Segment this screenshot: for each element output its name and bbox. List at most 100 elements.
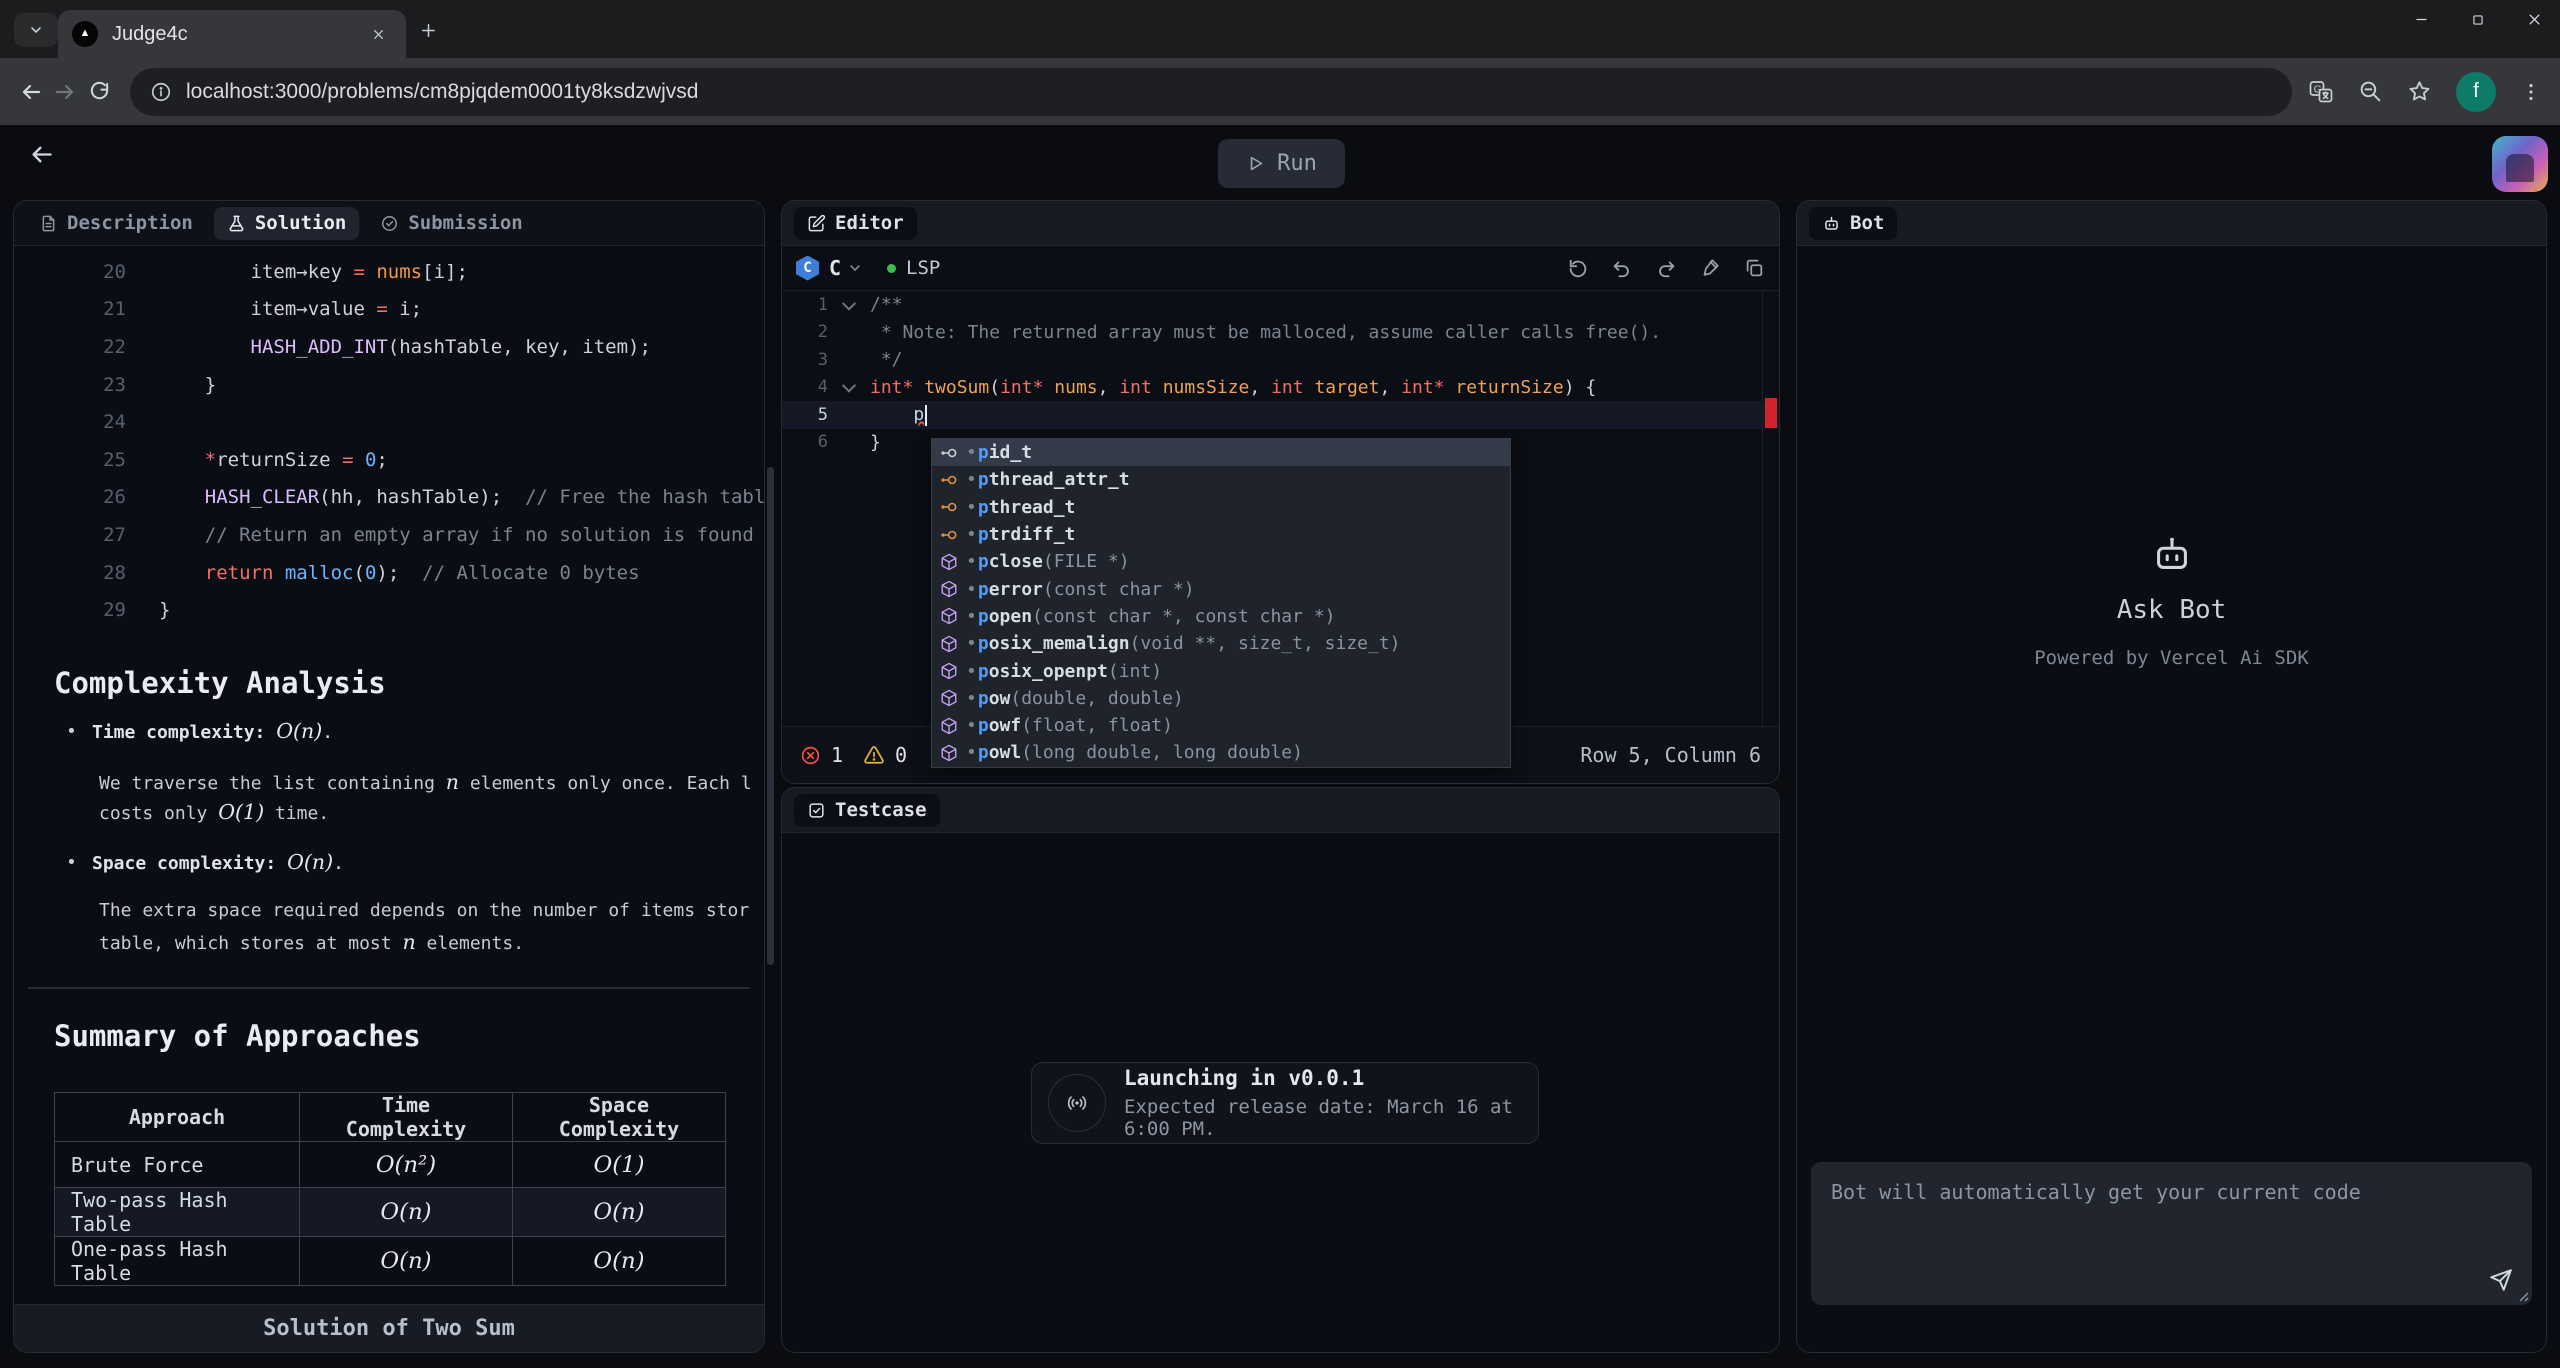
new-tab-button[interactable]	[420, 22, 437, 39]
line-number: 5	[782, 405, 828, 425]
code-line: 3 */	[782, 346, 1779, 374]
completion-item[interactable]: •ptrdiff_t	[932, 521, 1510, 548]
cursor-position: Row 5, Column 6	[1580, 743, 1761, 767]
paragraph-line: costs only O(1) time.	[99, 800, 764, 824]
language-selector[interactable]: C	[829, 256, 841, 280]
summary-heading: Summary of Approaches	[54, 1019, 421, 1053]
send-icon	[2488, 1267, 2514, 1293]
method-icon	[940, 662, 966, 680]
completion-item[interactable]: •perror(const char *)	[932, 575, 1510, 602]
fold-chevron-icon[interactable]	[828, 300, 870, 310]
resize-handle-icon[interactable]	[2517, 1290, 2529, 1302]
reload-button[interactable]	[82, 75, 116, 109]
fold-chevron-icon[interactable]	[828, 382, 870, 392]
info-icon[interactable]	[150, 81, 172, 103]
bot-panel: Bot Ask Bot Powered by Vercel Ai SDK	[1796, 200, 2547, 1353]
back-icon	[19, 80, 43, 104]
method-icon	[940, 717, 966, 735]
code-line: 2 * Note: The returned array must be mal…	[782, 319, 1779, 347]
lsp-label: LSP	[906, 257, 940, 279]
interface-icon	[940, 444, 966, 462]
run-button[interactable]: Run	[1218, 139, 1345, 188]
window-close-icon[interactable]	[2527, 12, 2542, 27]
minimize-icon[interactable]	[2414, 12, 2429, 27]
table-row: One-pass Hash TableO(n)O(n)	[55, 1237, 726, 1286]
line-number: 21	[14, 298, 126, 320]
maximize-icon[interactable]	[2471, 13, 2485, 27]
tab-submission[interactable]: Submission	[367, 207, 535, 240]
reset-icon[interactable]	[1567, 257, 1589, 279]
url-text: localhost:3000/problems/cm8pjqdem0001ty8…	[186, 80, 698, 104]
send-button[interactable]	[2488, 1267, 2514, 1293]
tab-search-button[interactable]	[14, 13, 58, 47]
tab-close-button[interactable]	[364, 20, 392, 48]
window-controls	[2414, 12, 2542, 27]
square-check-icon	[807, 801, 826, 820]
completion-item[interactable]: •pthread_t	[932, 494, 1510, 521]
fold-chevron-icon	[828, 327, 870, 337]
left-panel-scrollbar[interactable]	[767, 467, 774, 965]
play-icon	[1246, 154, 1265, 173]
testcase-panel: Testcase Launching in v0.0.1 Expected re…	[781, 787, 1780, 1353]
autocomplete-popup: •pid_t•pthread_attr_t•pthread_t•ptrdiff_…	[931, 438, 1511, 768]
launch-toast: Launching in v0.0.1 Expected release dat…	[1031, 1062, 1539, 1144]
tab-editor[interactable]: Editor	[794, 207, 917, 240]
interface-icon	[940, 471, 966, 489]
zoom-out-icon[interactable]	[2358, 79, 2383, 104]
completion-item[interactable]: •popen(const char *, const char *)	[932, 603, 1510, 630]
code-line: 25 *returnSize = 0;	[14, 441, 764, 479]
chevron-down-icon	[28, 22, 44, 38]
paragraph-line: table, which stores at most n elements.	[99, 930, 764, 954]
chevron-down-icon[interactable]	[847, 260, 863, 276]
completion-item[interactable]: •pid_t	[932, 439, 1510, 466]
redo-icon[interactable]	[1655, 257, 1677, 279]
line-number: 3	[782, 350, 828, 370]
undo-icon[interactable]	[1611, 257, 1633, 279]
space-complexity-label: Space complexity: O(n).	[92, 850, 344, 874]
testcase-tabbar: Testcase	[782, 788, 1779, 833]
broadcast-icon	[1048, 1074, 1106, 1132]
completion-item[interactable]: •pow(double, double)	[932, 685, 1510, 712]
completion-item[interactable]: •powl(long double, long double)	[932, 739, 1510, 766]
editor-panel: Editor C C LSP 1/**2 * N	[781, 200, 1780, 784]
error-icon	[800, 745, 821, 766]
solution-code-block: 20 item→key = nums[i];21 item→value = i;…	[14, 253, 764, 629]
forward-button[interactable]	[48, 75, 82, 109]
code-line: 22 HASH_ADD_INT(hashTable, key, item);	[14, 328, 764, 366]
col-time: Time Complexity	[300, 1093, 513, 1142]
tab-title: Judge4c	[112, 23, 364, 46]
completion-item[interactable]: •posix_openpt(int)	[932, 657, 1510, 684]
plus-icon	[420, 22, 437, 39]
tab-solution-label: Solution	[255, 212, 347, 234]
code-line: 28 return malloc(0); // Allocate 0 bytes	[14, 554, 764, 592]
kebab-menu-icon[interactable]	[2520, 81, 2542, 103]
bot-message-input[interactable]	[1811, 1162, 2532, 1305]
copy-icon[interactable]	[1743, 257, 1765, 279]
bot-input-container	[1811, 1162, 2532, 1305]
code-line: 27 // Return an empty array if no soluti…	[14, 516, 764, 554]
app-back-button[interactable]	[28, 141, 55, 168]
format-brush-icon[interactable]	[1699, 257, 1721, 279]
translate-icon[interactable]: G	[2308, 79, 2334, 105]
tab-bot[interactable]: Bot	[1809, 207, 1897, 240]
editor-toolbar: C C LSP	[782, 246, 1779, 291]
back-button[interactable]	[14, 75, 48, 109]
tab-description[interactable]: Description	[26, 207, 206, 240]
user-avatar[interactable]	[2492, 136, 2548, 192]
completion-item[interactable]: •powf(float, float)	[932, 712, 1510, 739]
completion-item[interactable]: •pclose(FILE *)	[932, 548, 1510, 575]
edit-pencil-icon	[807, 214, 826, 233]
method-icon	[940, 635, 966, 653]
completion-item[interactable]: •posix_memalign(void **, size_t, size_t)	[932, 630, 1510, 657]
tab-testcase-label: Testcase	[835, 799, 927, 821]
method-icon	[940, 580, 966, 598]
problem-panel: Description Solution Submission 20 item→…	[13, 200, 765, 1353]
address-bar[interactable]: localhost:3000/problems/cm8pjqdem0001ty8…	[130, 68, 2292, 116]
browser-profile-avatar[interactable]: f	[2456, 72, 2496, 112]
completion-item[interactable]: •pthread_attr_t	[932, 466, 1510, 493]
paragraph-line: We traverse the list containing n elemen…	[99, 770, 764, 794]
tab-testcase[interactable]: Testcase	[794, 794, 940, 827]
bookmark-star-icon[interactable]	[2407, 79, 2432, 104]
tab-solution[interactable]: Solution	[214, 207, 360, 240]
browser-tab[interactable]: ▲ Judge4c	[58, 10, 406, 58]
